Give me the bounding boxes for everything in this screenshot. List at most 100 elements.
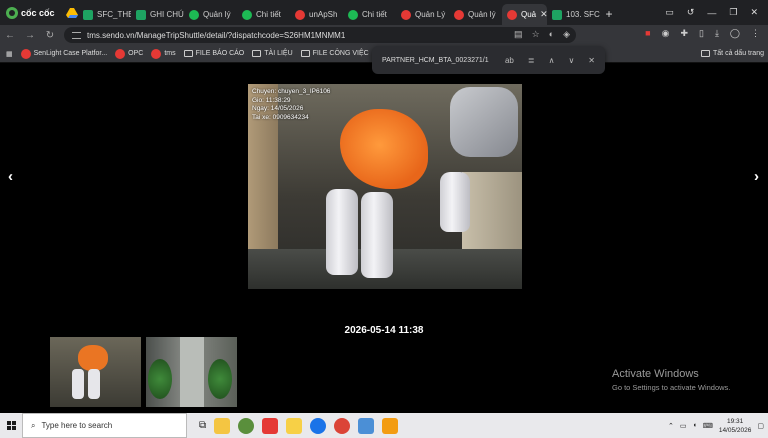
taskbar-search[interactable]: ⌕ Type here to search [22,413,187,438]
savior-icon[interactable]: ◉ [662,28,670,39]
coccoc-browser-icon[interactable] [238,417,255,434]
minimize-icon[interactable]: — [707,8,716,18]
all-bookmarks-label: Tất cả dấu trang [713,50,764,57]
dark-mode-icon[interactable]: ◐ [549,29,554,40]
spotify-icon [242,9,252,20]
notification-icon[interactable]: ▢ [757,422,764,430]
app-blue-icon[interactable] [358,417,375,434]
apps-grid-icon[interactable]: ▦ [6,50,13,58]
site-info-icon[interactable] [72,31,81,39]
folder-icon [300,50,310,57]
folder-icon [183,50,193,57]
sendo-icon [115,48,126,59]
download-icon[interactable]: ⤓ [715,28,719,39]
thumbnail[interactable] [50,337,141,407]
tab-label: SFC_THE [97,10,131,19]
url-text[interactable]: tms.sendo.vn/ManageTripShuttle/detail/?d… [87,31,345,40]
match-case-icon[interactable]: ab [505,56,514,65]
clock-date: 14/05/2026 [718,426,752,434]
browser-tab[interactable]: SFC_THE [78,4,131,25]
page-icon[interactable]: ▤ [514,29,523,40]
thumb-can [88,369,100,399]
folder-icon [701,50,711,57]
extensions-icon[interactable]: ✚ [680,28,688,39]
photo-white-can [326,189,358,275]
browser-logo[interactable]: cốc cốc [0,6,62,19]
sendo-icon [295,9,305,20]
sendo-icon [507,9,517,20]
back-forward-cache-icon[interactable]: ↺ [687,7,695,18]
bookmark-item[interactable]: tms [151,48,176,59]
bookmark-folder[interactable]: FILE CÔNG VIỆC [300,50,369,57]
bookmark-label: FILE BÁO CÁO [195,50,245,57]
tab-label: 103. SFC [566,10,600,19]
browser-tab[interactable]: Quản Lý [396,4,449,25]
extension-red-icon[interactable]: ■ [645,28,650,39]
find-options-icon[interactable]: ≣ [528,56,535,65]
window-close-icon[interactable]: ✕ [750,7,758,18]
watermark-title: Activate Windows [612,368,699,380]
browser-toolbar: ← → ↻ tms.sendo.vn/ManageTripShuttle/det… [0,25,768,45]
network-icon[interactable]: ▭ [680,422,687,430]
volume-icon[interactable]: ◖ [692,422,696,429]
start-button[interactable] [0,413,22,438]
find-input[interactable]: PARTNER_HCM_BTA_002327 [382,57,479,64]
shield-icon[interactable]: ◈ [563,29,570,40]
sticky-notes-icon[interactable] [286,417,303,434]
bookmark-item[interactable]: OPC [115,48,143,59]
taskbar-clock[interactable]: 19:31 14/05/2026 [719,417,752,435]
task-view-icon[interactable]: ⧉ [199,420,206,431]
back-arrow-icon[interactable]: ← [0,30,20,41]
bookmark-folder[interactable]: FILE BÁO CÁO [183,50,245,57]
browser-tab[interactable]: Chi tiết [343,4,396,25]
thumbnail[interactable] [146,337,237,407]
tab-label: Quả [521,10,537,19]
app-orange-icon[interactable] [382,417,399,434]
thumb-can [72,369,84,399]
photo-plastic-bag [450,87,518,157]
spotify-icon [189,9,199,20]
language-icon[interactable]: ⌨ [703,422,713,430]
new-tab-button[interactable]: + [600,7,618,21]
sheets-icon [552,9,562,20]
prev-image-button[interactable]: ‹ [8,168,13,185]
browser-tab[interactable]: 103. SFC [547,4,600,25]
sidebar-icon[interactable]: ▯ [699,28,704,39]
browser-tab[interactable]: Chi tiết [237,4,290,25]
next-image-button[interactable]: › [754,168,759,185]
browser-tab-active[interactable]: Quả ✕ [502,4,547,25]
overlay-trip: Chuyen: chuyen_3_IP6106 [252,88,331,95]
browser-tab[interactable]: Quản lý [449,4,502,25]
folder-icon [252,50,262,57]
bookmark-folder[interactable]: TÀI LIỆU [252,50,293,57]
all-bookmarks[interactable]: Tất cả dấu trang [701,50,764,57]
chrome-icon[interactable] [334,417,351,434]
find-prev-icon[interactable]: ∧ [549,56,555,65]
bookmark-item[interactable]: SenLight Case Platfor... [20,48,107,59]
thumb-orange-cloth [78,345,108,371]
tab-label: Chi tiết [362,10,387,19]
browser-tab[interactable]: Quản lý [184,4,237,25]
address-bar[interactable]: tms.sendo.vn/ManageTripShuttle/detail/?d… [64,27,576,43]
profile-icon[interactable]: ◯ [730,28,740,39]
cast-icon[interactable]: ▭ [665,7,674,18]
maximize-icon[interactable]: ❐ [729,7,737,18]
tab-close-icon[interactable]: ✕ [540,9,547,20]
bookmark-label: tms [164,50,176,57]
browser-tab[interactable]: unApSh [290,4,343,25]
file-explorer-icon[interactable] [214,417,231,434]
menu-icon[interactable]: ⋮ [751,28,760,39]
thumb-plant [208,359,232,399]
find-close-icon[interactable]: ✕ [588,56,595,65]
sendo-icon [454,9,464,20]
forward-arrow-icon[interactable]: → [20,30,40,41]
tray-chevron-icon[interactable]: ⌃ [668,422,674,430]
tab-label: unApSh [309,10,338,19]
wps-office-icon[interactable] [262,417,279,434]
zalo-icon[interactable] [310,417,327,434]
browser-tab[interactable]: GHI CHÚ [131,4,184,25]
bookmark-star-icon[interactable]: ☆ [532,29,540,40]
reload-icon[interactable]: ↻ [40,30,60,41]
google-drive-icon[interactable] [66,7,78,19]
find-next-icon[interactable]: ∨ [568,56,574,65]
